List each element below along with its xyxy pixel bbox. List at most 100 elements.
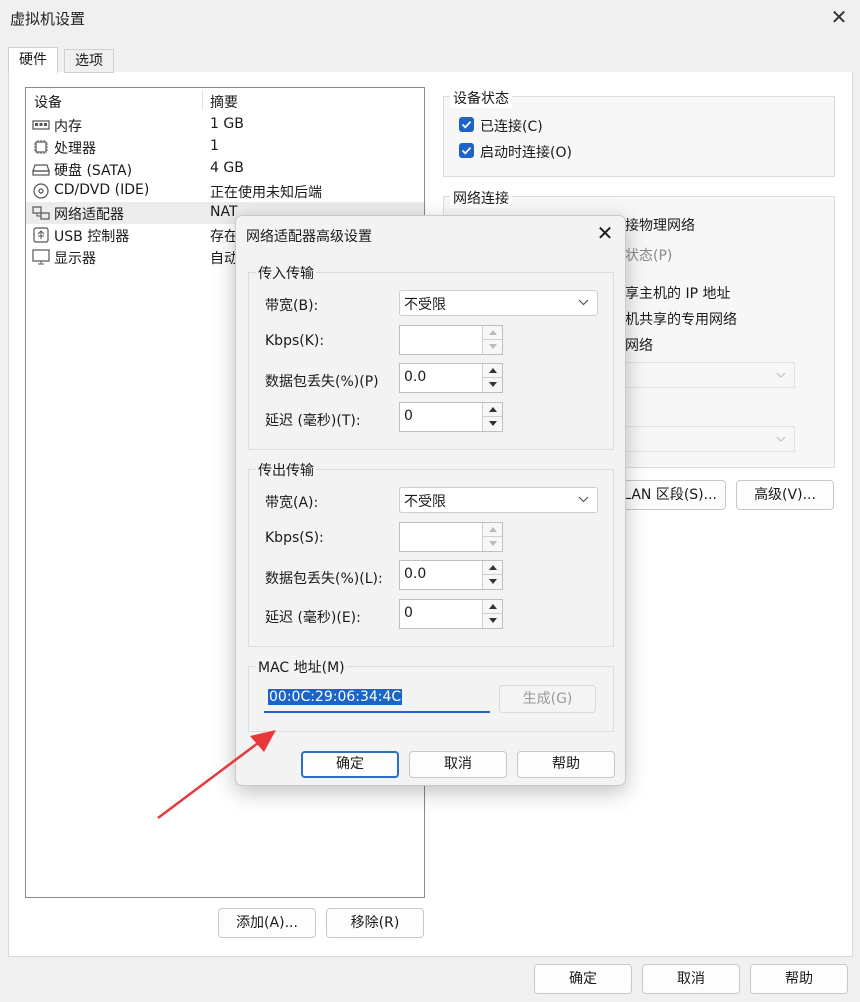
device-name: 显示器 [54,251,96,267]
spin-up-icon[interactable] [482,600,502,614]
dialog-help-button[interactable]: 帮助 [517,751,615,778]
device-row-harddisk[interactable]: 硬盘 (SATA) 4 GB [26,158,424,180]
column-device[interactable]: 设备 [34,92,62,112]
device-name: 硬盘 (SATA) [54,163,133,179]
connect-at-poweron-label[interactable]: 启动时连接(O) [480,142,572,162]
device-list-header: 设备 摘要 [26,88,424,112]
outgoing-latency-label: 延迟 (毫秒)(E): [265,610,361,626]
add-device-button[interactable]: 添加(A)... [218,908,316,938]
advanced-button[interactable]: 高级(V)... [736,480,834,510]
lan-segment-select[interactable] [625,426,795,452]
device-status-title: 设备状态 [450,88,512,108]
nat-option-label[interactable]: 享主机的 IP 地址 [625,283,730,303]
mac-address-input[interactable]: 00:0C:29:06:34:4C [264,685,490,713]
remove-device-button[interactable]: 移除(R) [326,908,424,938]
outgoing-bandwidth-label: 带宽(A): [265,495,319,511]
incoming-kbps-spinner[interactable] [399,325,503,355]
incoming-kbps-label: Kbps(K): [265,333,325,349]
outgoing-kbps-spinner[interactable] [399,522,503,552]
network-adapter-icon [32,206,50,220]
close-icon[interactable]: ✕ [828,6,850,28]
cancel-button[interactable]: 取消 [642,964,740,994]
device-summary: 自动 [210,251,238,267]
hostonly-option-label[interactable]: 机共享的专用网络 [625,309,737,329]
spin-up-icon[interactable] [482,364,502,378]
tab-options[interactable]: 选项 [64,49,114,73]
incoming-latency-value[interactable]: 0 [404,408,413,424]
connect-at-poweron-checkbox[interactable] [459,143,474,158]
device-name: 处理器 [54,141,96,157]
custom-option-label[interactable]: 网络 [625,335,653,355]
chevron-down-icon [776,372,786,378]
usb-icon [33,227,49,243]
spin-down-icon[interactable] [482,417,502,431]
generate-mac-button[interactable]: 生成(G) [499,685,596,713]
dialog-ok-button[interactable]: 确定 [301,751,399,778]
incoming-latency-spinner[interactable]: 0 [399,402,503,432]
close-icon[interactable]: ✕ [594,222,616,244]
column-separator[interactable] [202,90,203,110]
spin-up-icon[interactable] [482,561,502,575]
incoming-transfer-title: 传入传输 [256,263,316,283]
window-title: 虚拟机设置 [10,10,86,28]
chevron-down-icon [776,436,786,442]
incoming-loss-value[interactable]: 0.0 [404,369,426,385]
dialog-cancel-button[interactable]: 取消 [409,751,507,778]
device-summary: 1 [210,138,219,154]
outgoing-bandwidth-value: 不受限 [404,494,446,510]
cdrom-icon [33,183,49,199]
device-name: USB 控制器 [54,229,130,245]
device-name: 网络适配器 [54,207,124,223]
harddisk-icon [32,164,50,176]
mac-address-title: MAC 地址(M) [256,657,347,677]
device-row-cdrom[interactable]: CD/DVD (IDE) 正在使用未知后端 [26,180,424,202]
device-summary: 存在 [210,229,238,245]
outgoing-latency-spinner[interactable]: 0 [399,599,503,629]
spin-down-icon[interactable] [482,614,502,628]
device-summary: NAT [210,204,238,220]
tab-hardware[interactable]: 硬件 [8,47,58,74]
incoming-bandwidth-label: 带宽(B): [265,298,319,314]
memory-icon [32,120,50,130]
incoming-bandwidth-value: 不受限 [404,297,446,313]
column-summary[interactable]: 摘要 [210,92,238,112]
outgoing-loss-label: 数据包丢失(%)(L): [265,571,383,587]
help-button[interactable]: 帮助 [750,964,848,994]
spin-up-icon[interactable] [482,403,502,417]
outgoing-kbps-label: Kbps(S): [265,530,324,546]
bridged-option-label[interactable]: 接物理网络 [625,215,695,235]
device-summary: 1 GB [210,116,244,132]
incoming-bandwidth-select[interactable]: 不受限 [399,290,598,316]
outgoing-latency-value[interactable]: 0 [404,605,413,621]
chevron-down-icon [578,299,589,306]
connected-checkbox[interactable] [459,117,474,132]
incoming-latency-label: 延迟 (毫秒)(T): [265,413,361,429]
connected-label[interactable]: 已连接(C) [480,116,543,136]
incoming-loss-label: 数据包丢失(%)(P) [265,374,379,390]
device-summary: 4 GB [210,160,244,176]
device-row-memory[interactable]: 内存 1 GB [26,114,424,136]
device-name: CD/DVD (IDE) [54,182,150,198]
spin-down-icon[interactable] [482,378,502,392]
ok-button[interactable]: 确定 [534,964,632,994]
incoming-loss-spinner[interactable]: 0.0 [399,363,503,393]
processor-icon [34,140,48,154]
spin-down-icon[interactable] [482,537,502,551]
mac-address-value[interactable]: 00:0C:29:06:34:4C [268,689,403,705]
outgoing-loss-spinner[interactable]: 0.0 [399,560,503,590]
spin-down-icon[interactable] [482,575,502,589]
outgoing-bandwidth-select[interactable]: 不受限 [399,487,598,513]
spin-up-icon[interactable] [482,326,502,340]
device-row-processor[interactable]: 处理器 1 [26,136,424,158]
outgoing-loss-value[interactable]: 0.0 [404,566,426,582]
device-name: 内存 [54,119,82,135]
outgoing-transfer-title: 传出传输 [256,460,316,480]
network-connection-title: 网络连接 [450,188,512,208]
replicate-state-label[interactable]: 状态(P) [625,245,672,265]
annotation-arrow-icon [157,730,276,819]
spin-up-icon[interactable] [482,523,502,537]
custom-network-select[interactable] [625,362,795,388]
spin-down-icon[interactable] [482,340,502,354]
chevron-down-icon [578,496,589,503]
device-summary: 正在使用未知后端 [210,185,322,201]
